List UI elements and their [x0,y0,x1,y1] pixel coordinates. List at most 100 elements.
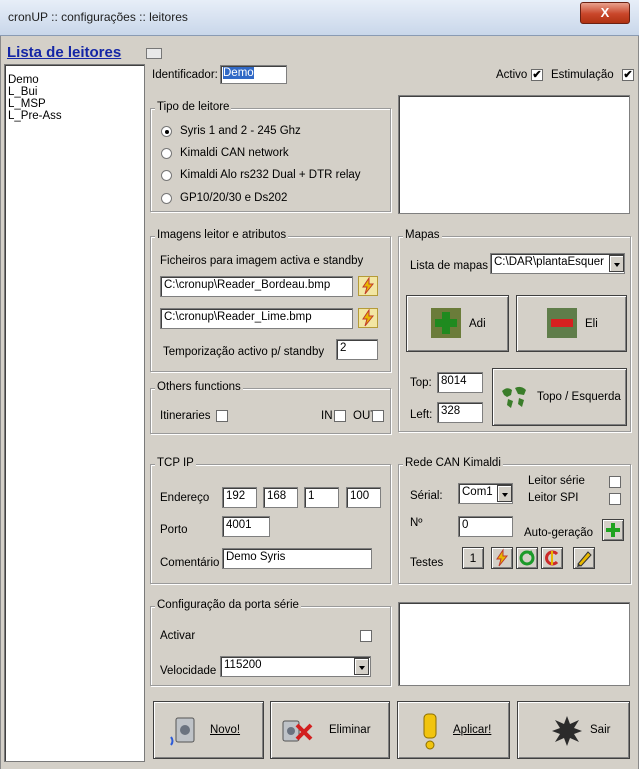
ip-octet-4[interactable]: 100 [346,487,381,508]
top-label: Top: [410,377,432,389]
leitor-spi-label: Leitor SPI [528,492,579,504]
window-title: cronUP :: configurações :: leitores [8,10,188,24]
world-map-icon [499,383,529,411]
porto-input[interactable]: 4001 [222,516,270,537]
radio-syris[interactable] [161,126,172,137]
file-active-input[interactable]: C:\cronup\Reader_Bordeau.bmp [160,276,353,297]
list-item[interactable]: L_Bui [8,86,37,98]
testes-number-button[interactable]: 1 [462,547,484,569]
in-checkbox[interactable] [334,410,346,422]
mapas-title: Mapas [403,229,442,241]
itineraries-checkbox[interactable] [216,410,228,422]
leitor-serie-checkbox[interactable] [609,476,621,488]
ip-octet-2[interactable]: 168 [263,487,298,508]
leitor-spi-checkbox[interactable] [609,493,621,505]
left-label: Left: [410,409,433,421]
temporizacao-input[interactable]: 2 [336,339,378,360]
radio-gp10[interactable] [161,193,172,204]
left-input[interactable]: 328 [437,402,483,423]
add-map-icon [431,308,461,338]
n-input[interactable]: 0 [458,516,513,537]
test-reset-button[interactable] [541,547,563,569]
rede-can-title: Rede CAN Kimaldi [403,457,503,469]
identificador-label: Identificador: [152,69,218,81]
n-label: Nº [410,517,423,529]
leitor-serie-label: Leitor série [528,475,585,487]
ip-octet-1[interactable]: 192 [222,487,257,508]
itineraries-label: Itineraries [160,410,211,422]
ficheiros-label: Ficheiros para imagem activa e standby [160,255,364,267]
radio-kimaldi-alo[interactable] [161,170,172,181]
serial-label: Sérial: [410,490,443,502]
velocidade-dropdown-icon[interactable] [354,658,369,675]
endereco-label: Endereço [160,492,210,504]
test-refresh-button[interactable] [516,547,538,569]
out-checkbox[interactable] [372,410,384,422]
aplicar-label: Aplicar! [453,724,492,736]
sair-button[interactable]: Sair [517,701,630,759]
title-bar: cronUP :: configurações :: leitores X [0,0,639,36]
reader-list[interactable]: Demo L_Bui L_MSP L_Pre-Ass [4,64,145,762]
testes-label: Testes [410,557,444,569]
velocidade-label: Velocidade [160,665,217,677]
lista-mapas-dropdown-icon[interactable] [609,255,624,272]
add-map-button[interactable]: Adi [406,295,509,352]
delete-reader-icon [282,720,313,742]
list-item[interactable]: L_MSP [8,98,46,110]
estimulacao-checkbox[interactable]: ✔ [622,69,634,81]
velocidade-select[interactable]: 115200 [220,656,371,677]
velocidade-value: 115200 [224,659,262,671]
serial-dropdown-icon[interactable] [497,485,512,502]
close-button[interactable]: X [580,2,630,24]
exit-hole-icon [552,716,582,746]
radio-kimaldi-can[interactable] [161,148,172,159]
delete-map-label: Eli [585,318,598,330]
list-item[interactable]: Demo [8,74,39,86]
temporizacao-label: Temporização activo p/ standby [163,346,325,358]
activo-checkbox[interactable]: ✔ [531,69,543,81]
novo-label: Novo! [210,724,241,736]
plus-icon [606,523,620,537]
delete-map-button[interactable]: Eli [516,295,627,352]
autogeracao-button[interactable] [602,519,624,541]
exclamation-icon [423,713,437,750]
lista-mapas-select[interactable]: C:\DAR\plantaEsquer [490,253,625,274]
ip-octet-3[interactable]: 1 [304,487,339,508]
topo-esquerda-button[interactable]: Topo / Esquerda [492,368,627,426]
add-map-label: Adi [469,318,486,330]
option-syris-label: Syris 1 and 2 - 245 Ghz [180,125,301,137]
reader-image-preview [398,95,630,214]
topo-esquerda-label: Topo / Esquerda [537,391,621,403]
eliminar-button[interactable]: Eliminar [270,701,390,759]
bolt-icon [496,548,509,567]
top-input[interactable]: 8014 [437,372,483,393]
delete-map-icon [547,308,577,338]
lista-mapas-label: Lista de mapas [410,260,488,272]
tipo-leitor-title: Tipo de leitore [155,101,232,113]
eliminar-label: Eliminar [329,724,371,736]
others-title: Others functions [155,381,243,393]
estimulacao-label: Estimulação [551,69,614,81]
reset-icon [545,550,559,566]
browse-active-icon[interactable] [358,276,378,296]
lista-mapas-value: C:\DAR\plantaEsquer [494,256,604,268]
identificador-input[interactable]: Demo [220,65,287,84]
list-title: Lista de leitores [7,44,122,61]
activar-label: Activar [160,630,196,642]
novo-button[interactable]: Novo! [153,701,264,759]
file-standby-input[interactable]: C:\cronup\Reader_Lime.bmp [160,308,353,329]
activar-checkbox[interactable] [360,630,372,642]
refresh-icon [519,550,535,566]
test-bolt-button[interactable] [491,547,513,569]
porta-serie-title: Configuração da porta série [155,599,301,611]
activo-label: Activo [496,69,528,81]
notes-area[interactable] [398,602,630,686]
sair-label: Sair [590,724,611,736]
comentario-input[interactable]: Demo Syris [222,548,372,569]
test-tool-button[interactable] [573,547,595,569]
aplicar-button[interactable]: Aplicar! [397,701,510,759]
browse-standby-icon[interactable] [358,308,378,328]
option-gp10-label: GP10/20/30 e Ds202 [180,192,288,204]
list-toggle-box[interactable] [146,48,162,59]
list-item[interactable]: L_Pre-Ass [8,110,62,122]
